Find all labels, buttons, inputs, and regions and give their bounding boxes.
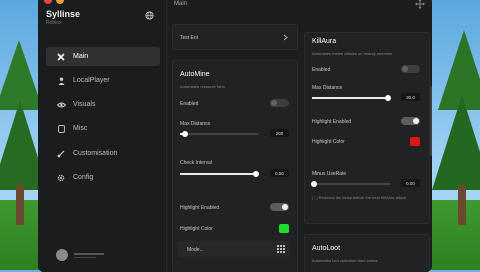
person-icon bbox=[56, 77, 66, 85]
note-warning-tag: [ ! ] bbox=[312, 195, 318, 200]
automine-enabled-toggle[interactable] bbox=[270, 99, 289, 107]
killaura-highlight-color-label: Highlight Color bbox=[312, 139, 345, 145]
sidebar-item-label: Visuals bbox=[73, 101, 96, 108]
automine-max-distance-label: Max Distance bbox=[180, 121, 211, 127]
automine-max-distance-slider[interactable] bbox=[180, 131, 258, 137]
automine-highlight-enabled-label: Highlight Enabled bbox=[180, 205, 220, 211]
mode-label: Mode... bbox=[187, 247, 204, 253]
killaura-enabled-toggle[interactable] bbox=[401, 65, 420, 73]
killaura-max-distance-slider[interactable] bbox=[312, 95, 392, 101]
tree-trunk-left bbox=[16, 185, 24, 225]
sidebar-item-visuals[interactable]: Visuals bbox=[46, 95, 160, 114]
scrollbar[interactable] bbox=[430, 86, 432, 156]
automine-description: Automates resource farm bbox=[180, 84, 225, 89]
sidebar-item-label: Misc bbox=[73, 125, 88, 132]
automine-section: AutoMine Automates resource farm Enabled… bbox=[172, 60, 298, 272]
toggle-knob bbox=[413, 118, 419, 124]
test-entry-row[interactable]: Test Ent bbox=[172, 24, 298, 50]
automine-highlight-color-label: Highlight Color bbox=[180, 226, 213, 232]
toggle-knob bbox=[271, 100, 277, 106]
sidebar-item-label: Config bbox=[73, 174, 94, 181]
note-text: Reduces the delay before the next KillAu… bbox=[318, 195, 407, 200]
killaura-title: KillAura bbox=[312, 38, 337, 45]
app-subtitle: Roblox bbox=[46, 20, 62, 26]
page-title: Main bbox=[174, 1, 188, 7]
automine-title: AutoMine bbox=[180, 71, 210, 78]
toggle-knob bbox=[402, 66, 408, 72]
automine-check-interval-label: Check Interval bbox=[180, 160, 212, 166]
box-icon bbox=[56, 124, 66, 133]
app-title: Syllinse bbox=[46, 9, 81, 19]
killaura-highlight-enabled-toggle[interactable] bbox=[401, 117, 420, 125]
killaura-minus-userate-slider[interactable] bbox=[310, 181, 390, 187]
grid-icon bbox=[277, 245, 285, 253]
automine-check-interval-value[interactable]: 0.50 bbox=[270, 169, 289, 177]
automine-check-interval-slider[interactable] bbox=[180, 171, 260, 177]
move-icon[interactable] bbox=[415, 0, 425, 9]
sidebar-item-label: Main bbox=[73, 53, 89, 60]
avatar[interactable] bbox=[56, 249, 68, 261]
x-icon bbox=[56, 52, 66, 61]
slider-fill bbox=[180, 173, 257, 175]
eye-icon bbox=[56, 102, 66, 108]
killaura-max-distance-label: Max Distance bbox=[312, 85, 343, 91]
chevron-right-icon bbox=[283, 34, 288, 41]
sidebar-item-customisation[interactable]: Customisation bbox=[46, 144, 160, 163]
gear-icon bbox=[56, 174, 66, 182]
sidebar-item-main[interactable]: Main bbox=[46, 47, 160, 66]
tree-right-bottom bbox=[432, 95, 480, 190]
minimize-dot-icon[interactable] bbox=[56, 0, 64, 4]
sidebar-item-localplayer[interactable]: LocalPlayer bbox=[46, 71, 160, 90]
slider-thumb[interactable] bbox=[253, 171, 260, 177]
sidebar-item-label: Customisation bbox=[73, 150, 118, 157]
test-entry-label: Test Ent bbox=[180, 35, 199, 41]
slider-fill bbox=[312, 97, 389, 99]
slider-thumb[interactable] bbox=[385, 95, 392, 101]
username-placeholder bbox=[74, 253, 104, 255]
toggle-knob bbox=[282, 204, 288, 210]
automine-enabled-label: Enabled bbox=[180, 101, 199, 107]
sidebar-item-config[interactable]: Config bbox=[46, 168, 160, 187]
sidebar: Syllinse Roblox Main LocalPlayer Visuals bbox=[38, 0, 167, 272]
display-name-placeholder bbox=[74, 257, 96, 258]
automine-mode-dropdown[interactable]: Mode... bbox=[178, 241, 290, 257]
autoloot-title: AutoLoot bbox=[312, 245, 341, 252]
tree-trunk-right bbox=[458, 185, 466, 225]
automine-max-distance-value[interactable]: 200 bbox=[270, 129, 289, 137]
killaura-description: Automates melee attacks on nearby enemie… bbox=[312, 51, 393, 56]
close-dot-icon[interactable] bbox=[44, 0, 52, 4]
killaura-highlight-enabled-label: Highlight Enabled bbox=[312, 119, 352, 125]
topbar: Main bbox=[168, 0, 432, 10]
slider-thumb[interactable] bbox=[310, 181, 317, 187]
sidebar-item-label: LocalPlayer bbox=[73, 77, 110, 84]
automine-highlight-color-swatch[interactable] bbox=[279, 224, 289, 233]
killaura-enabled-label: Enabled bbox=[312, 67, 331, 73]
slider-thumb[interactable] bbox=[181, 131, 188, 137]
automine-highlight-enabled-toggle[interactable] bbox=[270, 203, 289, 211]
killaura-minus-userate-value[interactable]: 0.00 bbox=[401, 179, 420, 187]
globe-icon[interactable] bbox=[145, 11, 154, 20]
killaura-max-distance-value[interactable]: 30.0 bbox=[401, 93, 420, 101]
autoloot-description: Automates loot collection from crates bbox=[312, 258, 378, 263]
autoloot-section: AutoLoot Automates loot collection from … bbox=[304, 234, 430, 272]
script-hub-window: Syllinse Roblox Main LocalPlayer Visuals bbox=[38, 0, 432, 272]
killaura-minus-userate-label: Minus UseRate bbox=[312, 171, 347, 177]
killaura-highlight-color-swatch[interactable] bbox=[410, 137, 420, 146]
sidebar-item-misc[interactable]: Misc bbox=[46, 119, 160, 138]
brush-icon bbox=[56, 150, 66, 158]
killaura-section: KillAura Automates melee attacks on near… bbox=[304, 32, 430, 224]
killaura-minus-userate-note: [ ! ] Reduces the delay before the next … bbox=[312, 195, 422, 201]
